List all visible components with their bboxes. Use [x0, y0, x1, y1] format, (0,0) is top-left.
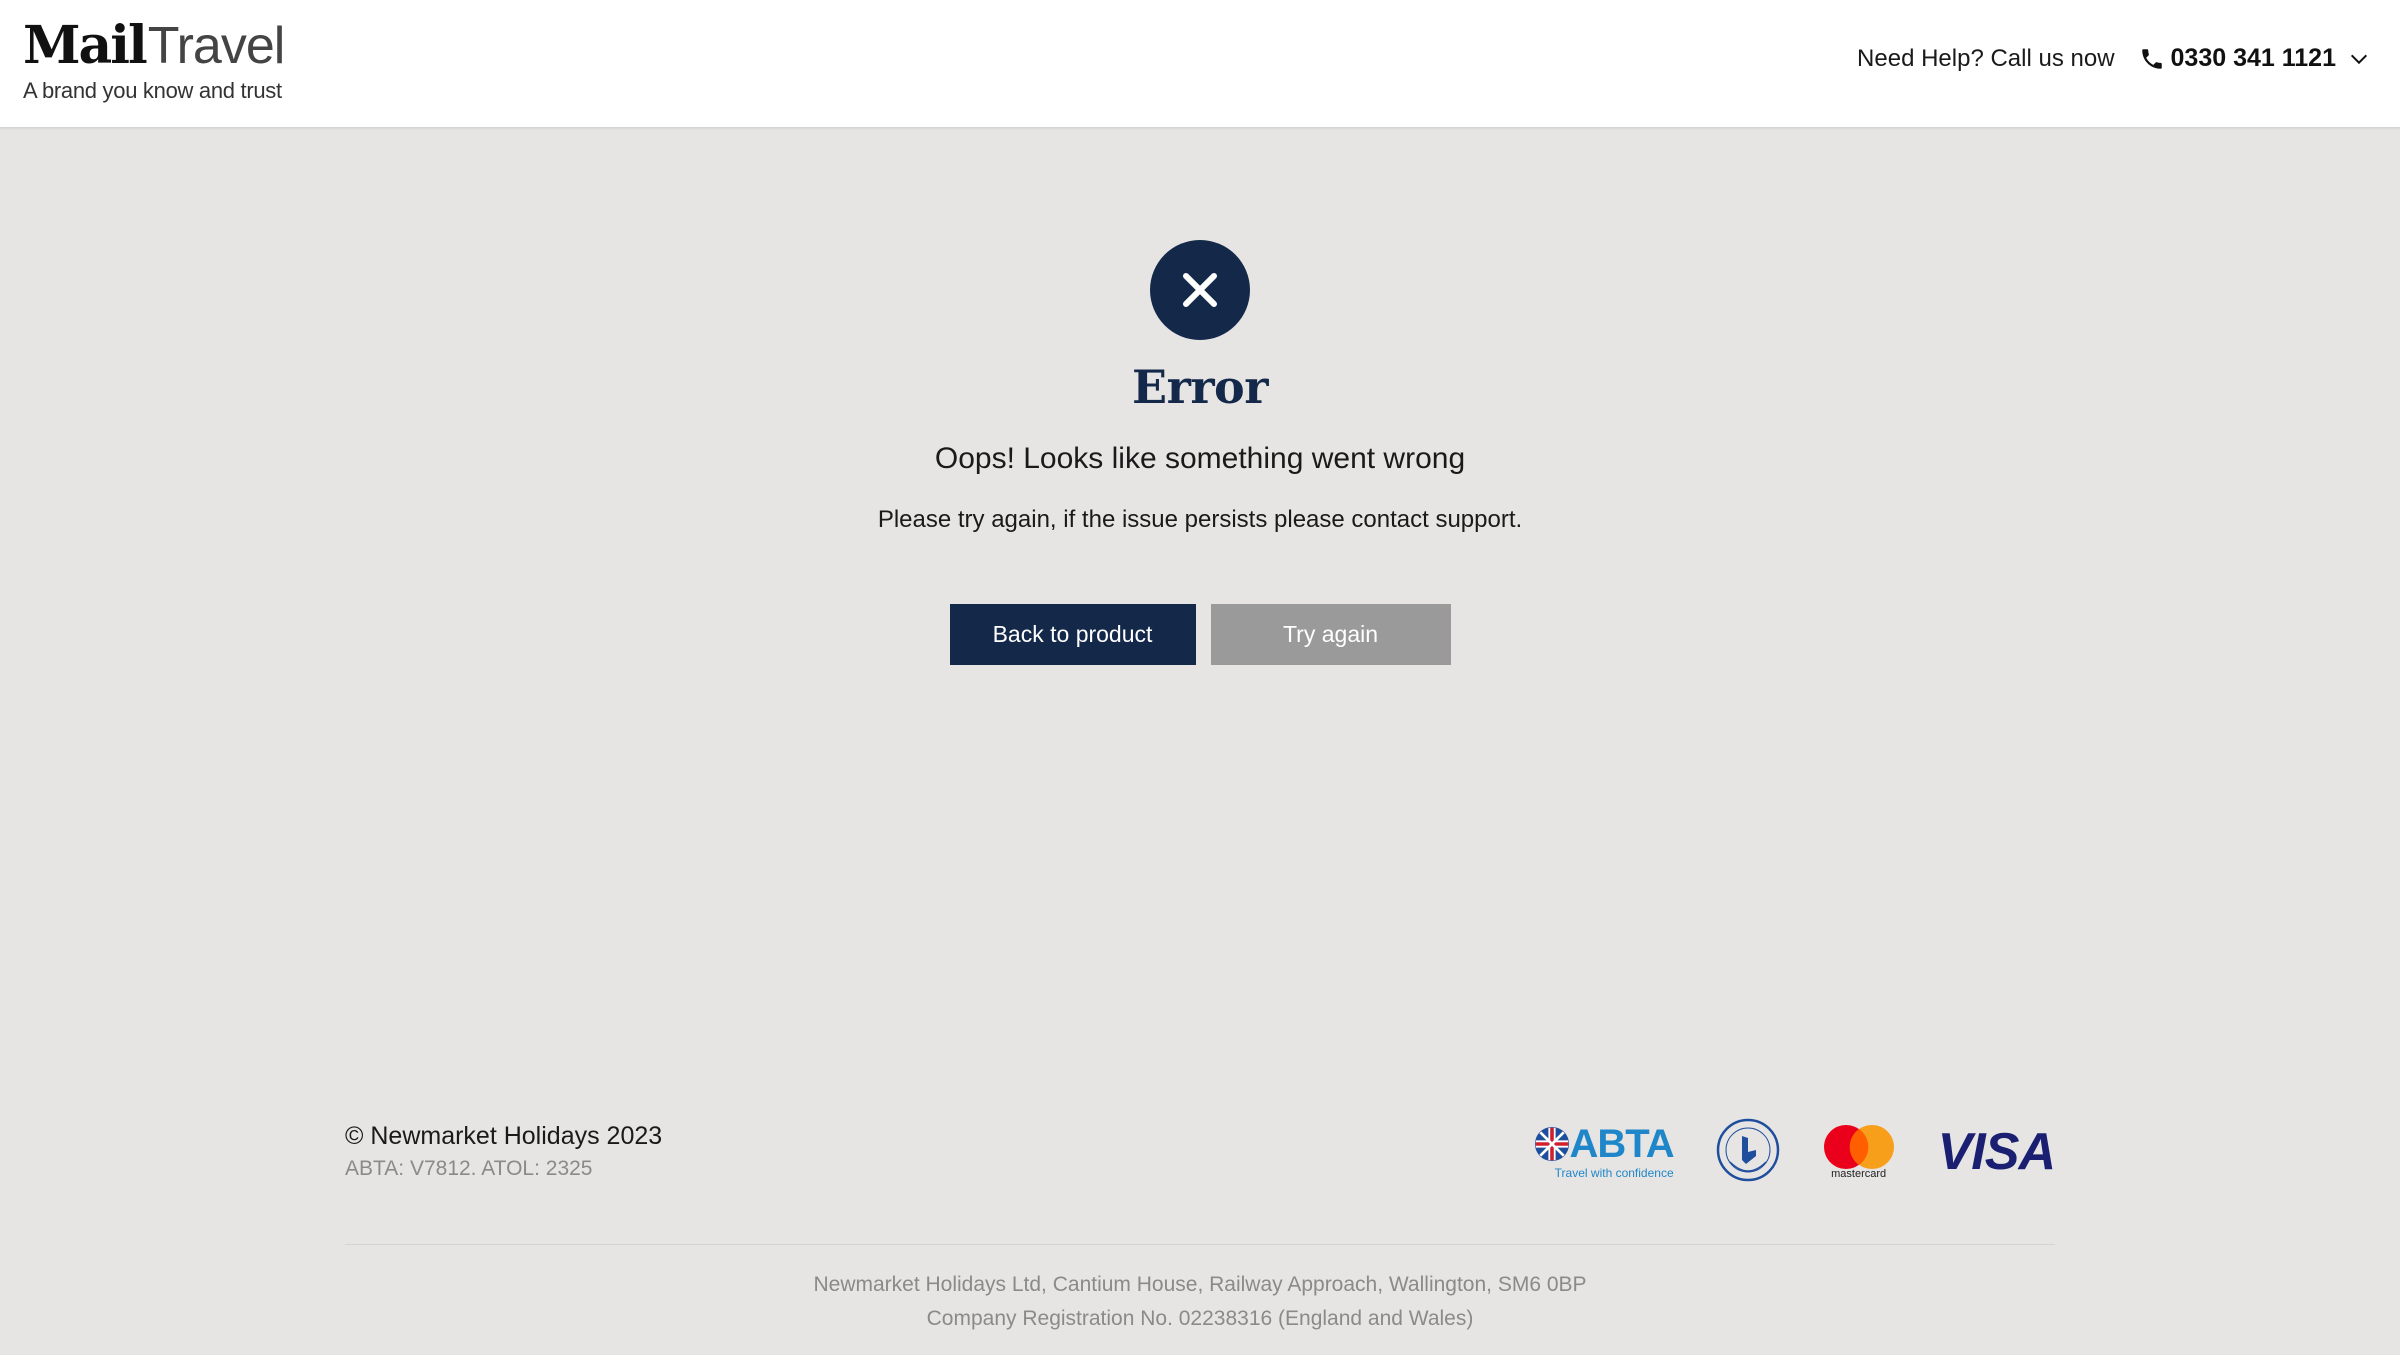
error-title: Error — [1132, 360, 1268, 414]
error-actions: Back to product Try again — [0, 604, 2400, 665]
error-description: Please try again, if the issue persists … — [877, 506, 1523, 533]
logo-tagline: A brand you know and trust — [23, 78, 282, 103]
atol-protected-logo — [1716, 1118, 1780, 1187]
close-icon — [1150, 240, 1250, 340]
logo-mail-text: Mail — [23, 15, 148, 76]
chevron-down-icon[interactable] — [2348, 48, 2370, 70]
abta-subtext: Travel with confidence — [1554, 1166, 1674, 1180]
visa-logo: VISA — [1937, 1123, 2056, 1181]
mastercard-text: mastercard — [1831, 1168, 1887, 1180]
union-flag-icon — [1534, 1126, 1569, 1162]
abta-logo: ABTA Travel with confidence — [1534, 1122, 1675, 1180]
company-address: Newmarket Holidays Ltd, Cantium House, R… — [813, 1273, 1587, 1296]
abta-text: ABTA — [1569, 1122, 1675, 1166]
company-registration: Company Registration No. 02238316 (Engla… — [926, 1307, 1474, 1330]
phone-icon — [2139, 46, 2165, 72]
error-subtitle: Oops! Looks like something went wrong — [934, 442, 1466, 475]
payment-badges: ABTA Travel with confidence mastercard V… — [1492, 1118, 2056, 1182]
footer-divider — [345, 1244, 2055, 1245]
mastercard-logo: mastercard — [1822, 1124, 1896, 1180]
company-details: Newmarket Holidays Ltd, Cantium House, R… — [0, 1268, 2400, 1336]
phone-number-link[interactable]: 0330 341 1121 — [2171, 44, 2336, 73]
try-again-button[interactable]: Try again — [1210, 604, 1451, 665]
mail-travel-logo[interactable]: Mail Travel A brand you know and trust — [23, 15, 286, 104]
footer-info: © Newmarket Holidays 2023 ABTA: V7812. A… — [345, 1118, 2056, 1182]
help-contact: Need Help? Call us now 0330 341 1121 — [1857, 44, 2370, 73]
back-to-product-button[interactable]: Back to product — [949, 604, 1196, 665]
site-header: Mail Travel A brand you know and trust N… — [0, 0, 2400, 127]
logo-travel-text: Travel — [147, 17, 286, 75]
error-panel: Error Oops! Looks like something went wr… — [0, 240, 2400, 665]
help-text: Need Help? Call us now — [1857, 44, 2115, 72]
